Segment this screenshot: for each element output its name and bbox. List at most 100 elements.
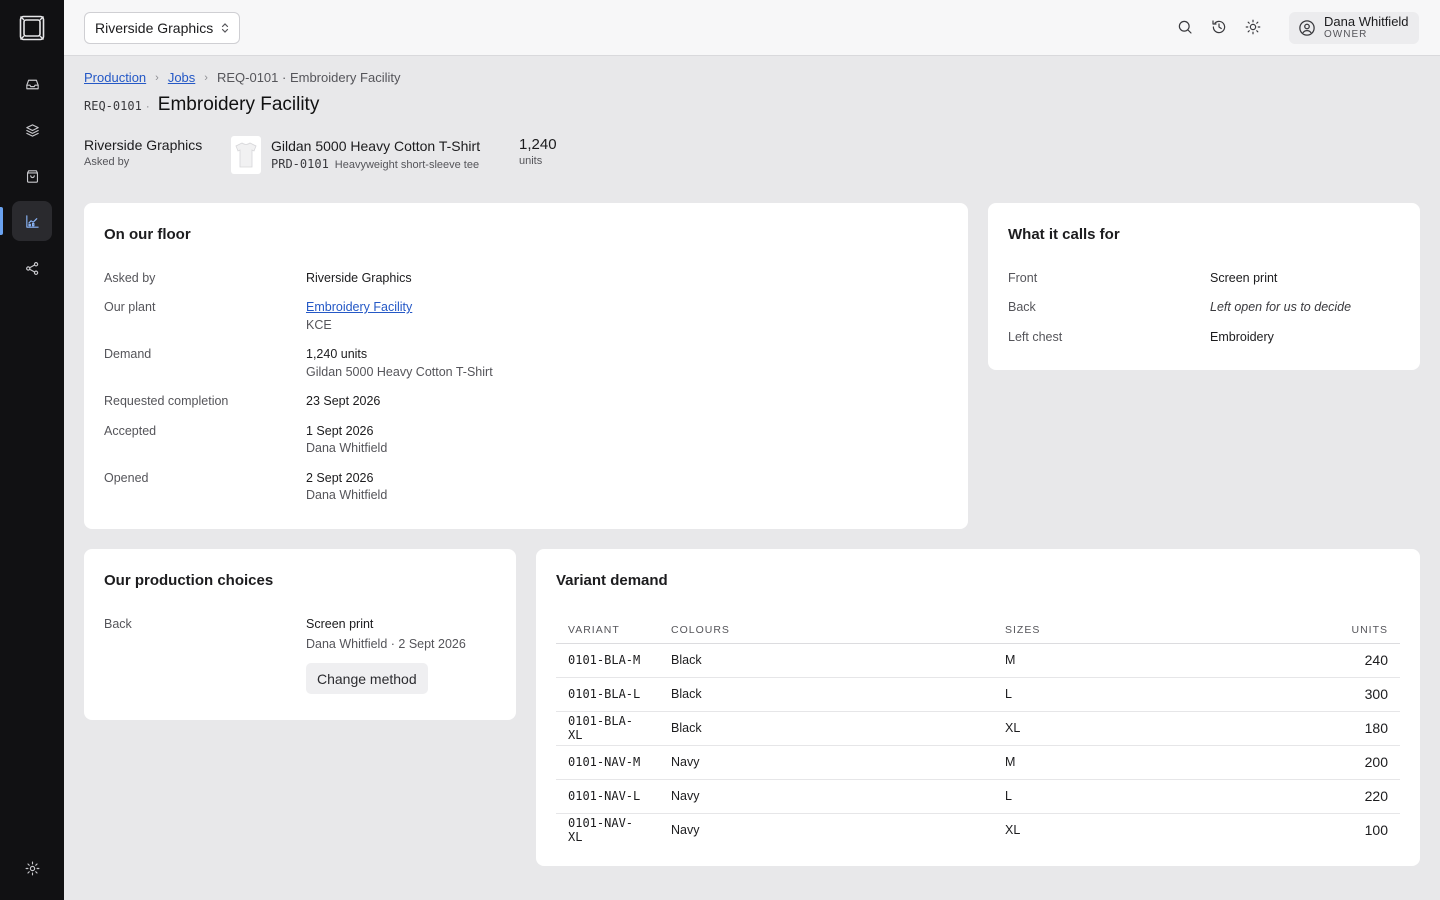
- breadcrumb-current: REQ-0101 · Embroidery Facility: [216, 70, 401, 85]
- table-row: 0101-BLA-XL Black XL 180: [556, 711, 1400, 746]
- floor-label-plant: Our plant: [104, 300, 156, 314]
- calls-for-value-left-chest: Embroidery: [1210, 330, 1274, 344]
- column-colours[interactable]: COLOURS: [659, 617, 993, 644]
- active-nav-indicator: [0, 207, 3, 235]
- organization-name: Riverside Graphics: [95, 20, 214, 36]
- variant-demand-card: Variant demand VARIANT COLOURS SIZES UNI…: [536, 549, 1420, 866]
- breadcrumb: Production › Jobs › REQ-0101 · Embroider…: [84, 70, 400, 85]
- change-method-button[interactable]: Change method: [306, 663, 428, 694]
- variant-units: 240: [1194, 643, 1400, 678]
- floor-label-requested-completion: Requested completion: [104, 394, 229, 408]
- variant-colour: Black: [659, 643, 993, 678]
- variant-size: L: [993, 677, 1195, 712]
- floor-value-asked-by: Riverside Graphics: [306, 271, 412, 285]
- nav-layers[interactable]: [12, 110, 52, 150]
- variant-units: 100: [1364, 822, 1388, 839]
- requester-label: Asked by: [84, 156, 130, 168]
- calls-for-value-front: Screen print: [1210, 271, 1278, 285]
- share-icon: [25, 261, 38, 275]
- job-code: REQ-0101: [84, 99, 142, 113]
- floor-card: On our floor Asked by Riverside Graphics…: [84, 203, 968, 529]
- variant-colour: Navy: [671, 823, 700, 838]
- production-choices-title: Our production choices: [104, 572, 274, 589]
- column-sizes[interactable]: SIZES: [993, 617, 1195, 644]
- floor-demand-product: Gildan 5000 Heavy Cotton T-Shirt: [306, 365, 493, 379]
- floor-value-accepted: 1 Sept 2026: [306, 424, 374, 438]
- breadcrumb-separator-icon: ›: [155, 71, 159, 84]
- plant-code: KCE: [306, 318, 332, 332]
- variant-units: 220: [1194, 779, 1400, 814]
- choice-value-back: Screen print: [306, 617, 374, 631]
- variant-units: 180: [1194, 711, 1400, 746]
- variant-units: 300: [1194, 677, 1400, 712]
- variant-table: VARIANT COLOURS SIZES UNITS 0101-BLA-M B…: [556, 617, 1400, 847]
- requester-name: Riverside Graphics: [84, 137, 203, 153]
- calls-for-value-back: Left open for us to decide: [1210, 300, 1352, 314]
- variant-colour: Black: [659, 677, 993, 712]
- search-button[interactable]: [1176, 18, 1196, 38]
- product-details: PRD-0101 Heavyweight short-sleeve tee: [271, 157, 479, 171]
- chart-icon: [25, 214, 39, 228]
- nav-settings[interactable]: [12, 848, 52, 888]
- variant-sku: 0101-NAV-XL: [568, 816, 634, 845]
- user-menu[interactable]: Dana Whitfield OWNER: [1289, 12, 1419, 44]
- table-header-row: VARIANT COLOURS SIZES UNITS: [556, 617, 1400, 644]
- floor-label-accepted: Accepted: [104, 424, 157, 438]
- calls-for-card-title: What it calls for: [1008, 226, 1120, 243]
- variant-colour: Navy: [659, 779, 993, 814]
- variant-sku: 0101-NAV-M: [556, 745, 659, 780]
- variant-colour: Navy: [659, 745, 993, 780]
- floor-value-requested-completion: 23 Sept 2026: [306, 394, 381, 408]
- nav-orders[interactable]: [12, 156, 52, 196]
- table-row: 0101-BLA-L Black L 300: [556, 677, 1400, 712]
- nav-production[interactable]: [12, 201, 52, 241]
- floor-label-demand: Demand: [104, 347, 152, 361]
- layers-icon: [25, 123, 39, 137]
- breadcrumb-jobs[interactable]: Jobs: [168, 70, 195, 85]
- units-label: units: [519, 155, 543, 167]
- theme-toggle-button[interactable]: [1244, 18, 1264, 38]
- table-row: 0101-BLA-M Black M 240: [556, 643, 1400, 678]
- title-separator: ·: [145, 99, 150, 113]
- package-icon: [26, 169, 38, 183]
- app-logo-icon[interactable]: [19, 15, 45, 41]
- floor-label-asked-by: Asked by: [104, 271, 156, 285]
- choice-label-back: Back: [104, 617, 132, 631]
- variant-size: L: [993, 779, 1195, 814]
- variant-size: XL: [993, 711, 1195, 746]
- variant-sku: 0101-BLA-XL: [556, 711, 659, 746]
- product-description: Heavyweight short-sleeve tee: [334, 159, 480, 171]
- variant-size: XL: [1005, 823, 1021, 838]
- user-role: OWNER: [1324, 29, 1368, 40]
- calls-for-label-front: Front: [1008, 271, 1038, 285]
- variant-sku: 0101-BLA-L: [556, 677, 659, 712]
- table-row: 0101-NAV-L Navy L 220: [556, 779, 1400, 814]
- variant-units: 200: [1194, 745, 1400, 780]
- sun-icon: [1245, 19, 1261, 35]
- variant-demand-title: Variant demand: [556, 572, 668, 589]
- organization-select[interactable]: Riverside Graphics: [84, 12, 240, 44]
- calls-for-label-left-chest: Left chest: [1008, 330, 1063, 344]
- production-choices-card: Our production choices Back Screen print…: [84, 549, 516, 720]
- history-icon: [1212, 20, 1226, 34]
- floor-card-title: On our floor: [104, 226, 191, 243]
- column-units[interactable]: UNITS: [1194, 617, 1400, 644]
- floor-label-opened: Opened: [104, 471, 149, 485]
- nav-network[interactable]: [12, 248, 52, 288]
- user-name: Dana Whitfield: [1324, 14, 1409, 29]
- history-button[interactable]: [1210, 18, 1230, 38]
- product-name: Gildan 5000 Heavy Cotton T-Shirt: [271, 138, 481, 154]
- table-row: 0101-NAV-XL Navy XL 100: [556, 813, 1400, 847]
- product-sku: PRD-0101: [271, 157, 329, 171]
- table-row: 0101-NAV-M Navy M 200: [556, 745, 1400, 780]
- total-units: 1,240: [519, 136, 557, 153]
- floor-value-demand: 1,240 units: [306, 347, 368, 361]
- plant-link[interactable]: Embroidery Facility: [306, 300, 412, 314]
- breadcrumb-production[interactable]: Production: [84, 70, 146, 85]
- column-variant[interactable]: VARIANT: [556, 617, 659, 644]
- page-heading: REQ-0101 · Embroidery Facility: [84, 94, 319, 116]
- topbar: Riverside Graphics Dana Whitfield OWNER: [64, 0, 1440, 56]
- gear-icon: [25, 861, 39, 875]
- product-thumbnail: [231, 136, 261, 174]
- nav-inbox[interactable]: [12, 64, 52, 104]
